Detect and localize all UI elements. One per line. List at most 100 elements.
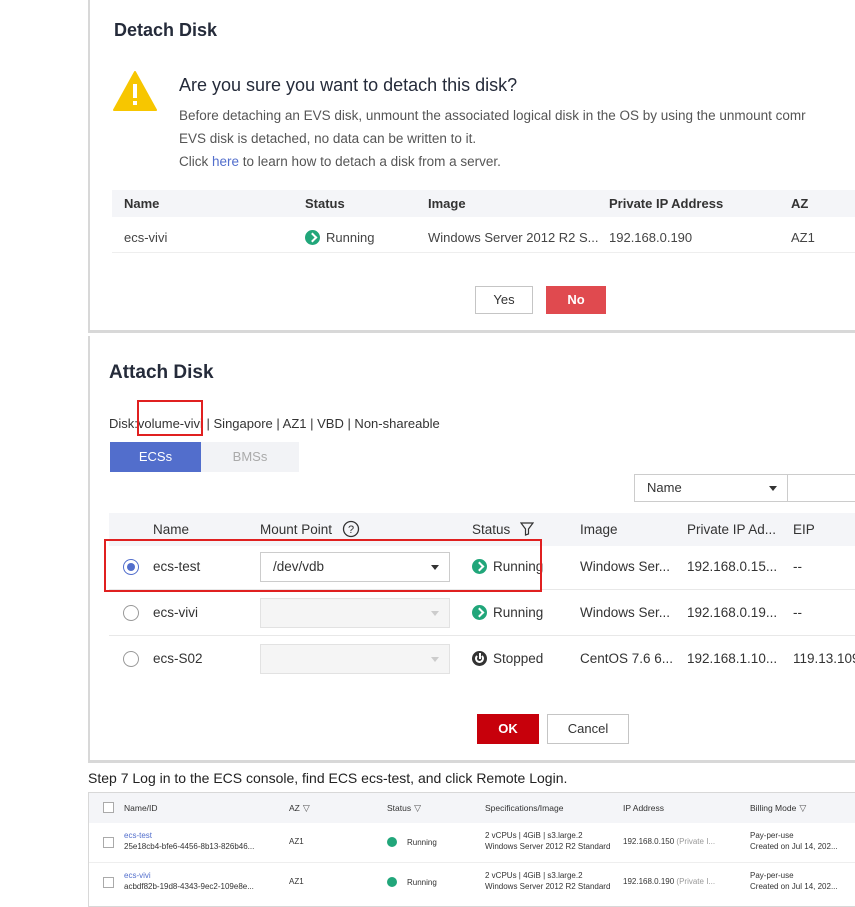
svg-text:?: ? — [348, 524, 354, 536]
server-image: Windows Ser... — [580, 605, 671, 620]
status-text: Running — [326, 230, 375, 245]
col-image: Image — [580, 522, 618, 537]
ecs-created: Created on Jul 14, 202... — [750, 842, 838, 851]
filter-icon[interactable]: ▽ — [303, 793, 310, 823]
ok-button[interactable]: OK — [477, 714, 539, 744]
detach-table-header: Name Status Image Private IP Address AZ — [112, 190, 855, 217]
server-az: AZ1 — [791, 230, 815, 245]
detach-disk-dialog: Detach Disk Are you sure you want to det… — [88, 0, 855, 333]
search-input[interactable] — [788, 474, 855, 502]
table-row[interactable]: ecs-S02 Stopped CentOS 7.6 6... 192.168.… — [109, 636, 855, 682]
ecs-az: AZ1 — [289, 877, 304, 886]
table-row: ecs-test 25e18cb4-bfe6-4456-8b13-826b46.… — [89, 823, 855, 863]
col-private-ip: Private IP Address — [609, 196, 724, 211]
ecs-list-table: Name/ID AZ ▽ Status ▽ Specifications/Image… — [88, 792, 855, 907]
description-line-3: Click here to learn how to detach a disk… — [179, 150, 806, 173]
col-private-ip: Private IP Ad... — [687, 522, 777, 537]
step-instruction: Step 7 Log in to the ECS console, find E… — [88, 770, 568, 786]
status-text: Running — [493, 605, 544, 620]
ecs-ip: 192.168.0.150 (Private I... — [623, 837, 716, 846]
col-name-id: Name/ID — [124, 803, 158, 813]
highlight-box-selected-row — [104, 539, 542, 592]
server-image: Windows Server 2012 R2 S... — [428, 230, 599, 245]
server-status: Running — [305, 224, 374, 252]
ecs-table-header: Name/ID AZ ▽ Status ▽ Specifications/Image… — [89, 793, 855, 823]
select-radio[interactable] — [123, 651, 139, 667]
col-specs: Specifications/Image — [485, 803, 564, 813]
col-status: Status — [305, 196, 345, 211]
server-eip: 119.13.109 — [793, 651, 855, 666]
filter-icon[interactable] — [519, 522, 535, 536]
yes-button[interactable]: Yes — [475, 286, 533, 314]
attach-disk-dialog: Attach Disk Disk:volume-vivi | Singapore… — [88, 336, 855, 763]
row-checkbox[interactable] — [103, 837, 114, 848]
server-ip: 192.168.0.190 — [609, 230, 693, 245]
detach-description: Before detaching an EVS disk, unmount th… — [179, 104, 806, 173]
status-text: Stopped — [493, 651, 544, 666]
tab-bmss[interactable]: BMSs — [201, 442, 299, 472]
col-az: AZ ▽ — [289, 793, 310, 823]
ecs-id: acbdf82b-19d8-4343-9ec2-109e8e... — [124, 882, 254, 891]
col-ip: IP Address — [623, 803, 664, 813]
disk-prefix: Disk: — [109, 416, 138, 431]
filter-icon[interactable]: ▽ — [799, 793, 806, 823]
server-eip: -- — [793, 559, 802, 574]
server-ip: 192.168.0.19... — [687, 605, 778, 620]
help-icon[interactable]: ? — [342, 520, 360, 538]
running-icon — [387, 877, 397, 887]
table-row: ecs-vivi Running Windows Server 2012 R2 … — [112, 224, 855, 253]
cancel-button[interactable]: Cancel — [547, 714, 629, 744]
ecs-image: Windows Server 2012 R2 Standard — [485, 842, 611, 851]
here-link[interactable]: here — [212, 154, 239, 169]
ecs-id: 25e18cb4-bfe6-4456-8b13-826b46... — [124, 842, 255, 851]
mount-point-select — [260, 644, 450, 674]
chevron-down-icon — [431, 611, 439, 616]
server-ip: 192.168.0.15... — [687, 559, 778, 574]
dialog-title: Attach Disk — [109, 362, 214, 383]
filter-select-value: Name — [647, 480, 682, 495]
ecs-spec: 2 vCPUs | 4GiB | s3.large.2 — [485, 871, 583, 880]
table-row: ecs-vivi acbdf82b-19d8-4343-9ec2-109e8e.… — [89, 863, 855, 903]
col-billing: Billing Mode ▽ — [750, 793, 806, 823]
col-name: Name — [124, 196, 160, 211]
chevron-down-icon — [769, 486, 777, 491]
filter-icon[interactable]: ▽ — [414, 793, 421, 823]
ecs-status: Running — [387, 837, 437, 848]
ecs-status: Running — [387, 877, 437, 888]
description-line-2: EVS disk is detached, no data can be wri… — [179, 131, 477, 146]
ecs-spec: 2 vCPUs | 4GiB | s3.large.2 — [485, 831, 583, 840]
ecs-billing: Pay-per-use — [750, 871, 794, 880]
confirm-question: Are you sure you want to detach this dis… — [179, 75, 518, 95]
server-eip: -- — [793, 605, 802, 620]
ecs-image: Windows Server 2012 R2 Standard — [485, 882, 611, 891]
server-image: Windows Ser... — [580, 559, 671, 574]
select-radio[interactable] — [123, 605, 139, 621]
server-name: ecs-vivi — [153, 605, 199, 620]
select-all-checkbox[interactable] — [103, 802, 114, 813]
col-az: AZ — [791, 196, 809, 211]
server-image: CentOS 7.6 6... — [580, 651, 674, 666]
highlight-box-disk-name — [137, 400, 203, 436]
server-ip: 192.168.1.10... — [687, 651, 778, 666]
no-button[interactable]: No — [546, 286, 606, 314]
ecs-az: AZ1 — [289, 837, 304, 846]
ecs-name-link[interactable]: ecs-test — [124, 831, 152, 841]
col-image: Image — [428, 196, 466, 211]
chevron-down-icon — [431, 657, 439, 662]
col-eip: EIP — [793, 522, 815, 537]
ecs-name-link[interactable]: ecs-vivi — [124, 871, 151, 881]
tab-ecss[interactable]: ECSs — [110, 442, 201, 472]
learn-text: to learn how to detach a disk from a ser… — [239, 154, 501, 169]
server-name: ecs-vivi — [124, 230, 168, 245]
warning-icon — [113, 71, 157, 111]
ecs-ip: 192.168.0.190 (Private I... — [623, 877, 716, 886]
table-row[interactable]: ecs-vivi Running Windows Ser... 192.168.… — [109, 590, 855, 636]
description-line-1: Before detaching an EVS disk, unmount th… — [179, 108, 806, 123]
disk-attributes: | Singapore | AZ1 | VBD | Non-shareable — [202, 416, 440, 431]
ecs-billing: Pay-per-use — [750, 831, 794, 840]
search-filter-select[interactable]: Name — [634, 474, 788, 502]
col-status: Status ▽ — [387, 793, 421, 823]
dialog-title: Detach Disk — [114, 20, 218, 40]
row-checkbox[interactable] — [103, 877, 114, 888]
mount-point-select — [260, 598, 450, 628]
